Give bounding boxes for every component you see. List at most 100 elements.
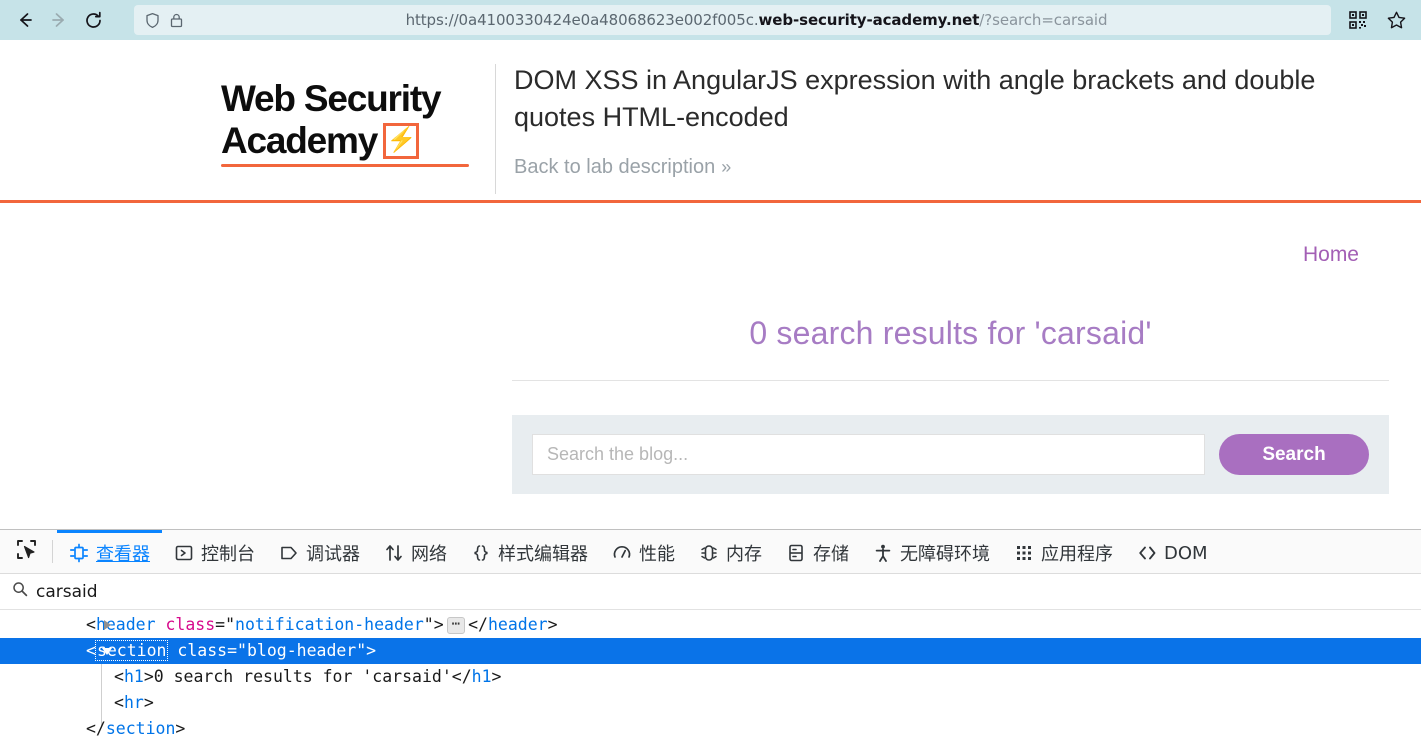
twisty-expanded-icon[interactable]: [100, 644, 114, 658]
dom-filter-bar[interactable]: carsaid: [0, 574, 1421, 610]
dom-token-punct: <: [86, 615, 96, 634]
search-button[interactable]: Search: [1219, 434, 1369, 475]
tab-memory[interactable]: 内存: [687, 530, 774, 573]
shield-icon[interactable]: [144, 12, 161, 29]
page-title: DOM XSS in AngularJS expression with ang…: [514, 65, 1316, 132]
dom-token-punct: </: [468, 615, 488, 634]
search-icon: [12, 581, 28, 602]
dom-token-punct: [156, 615, 166, 634]
dom-token-val: notification-header: [235, 615, 424, 634]
dom-tree-row[interactable]: <section class="blog-header">: [0, 638, 1421, 664]
tab-console[interactable]: 控制台: [162, 530, 267, 573]
tab-style-editor-label: 样式编辑器: [498, 544, 588, 565]
back-arrow-icon: [15, 10, 35, 30]
dom-token-punct: <: [114, 693, 124, 712]
devtools-toolbar: 查看器 控制台 调试器 网络 样式编辑器 性能 内存 存储 无障碍环境 应用程序…: [0, 530, 1421, 574]
dom-token-punct: >: [491, 667, 502, 686]
tab-performance-label: 性能: [639, 544, 675, 565]
reload-button[interactable]: [76, 3, 110, 37]
tab-memory-label: 内存: [726, 544, 762, 565]
dom-token-punct: <: [86, 641, 96, 660]
dom-token-tag: h1: [471, 667, 492, 686]
dom-row-markup: </section>: [86, 716, 185, 742]
element-picker-icon: [15, 538, 38, 566]
tab-dom[interactable]: DOM: [1125, 530, 1220, 573]
tab-style-editor[interactable]: 样式编辑器: [459, 530, 600, 573]
dom-row-markup: <section class="blog-header">: [86, 638, 376, 664]
inspector-icon: [69, 543, 89, 563]
tab-storage[interactable]: 存储: [774, 530, 861, 573]
logo-line-2: Academy: [221, 120, 378, 161]
devtools-panel: 查看器 控制台 调试器 网络 样式编辑器 性能 内存 存储 无障碍环境 应用程序…: [0, 529, 1421, 748]
url-text[interactable]: https://0a4100330424e0a48068623e002f005c…: [192, 11, 1321, 29]
forward-button[interactable]: [42, 3, 76, 37]
dom-token-attr: class: [165, 615, 216, 634]
logo-underline: [221, 164, 469, 167]
site-header: Web Security Academy ⚡ DOM XSS in Angula…: [0, 40, 1421, 200]
browser-chrome: https://0a4100330424e0a48068623e002f005c…: [0, 0, 1421, 40]
site-logo[interactable]: Web Security Academy ⚡: [0, 56, 495, 167]
tab-network[interactable]: 网络: [372, 530, 459, 573]
search-results-heading: 0 search results for 'carsaid': [749, 315, 1152, 351]
tab-accessibility[interactable]: 无障碍环境: [861, 530, 1002, 573]
page-viewport: Web Security Academy ⚡ DOM XSS in Angula…: [0, 40, 1421, 529]
chrome-right-actions: [1341, 3, 1413, 37]
element-picker-button[interactable]: [4, 530, 48, 573]
tab-accessibility-label: 无障碍环境: [900, 544, 990, 565]
collapsed-children-badge[interactable]: ⋯: [446, 617, 466, 634]
address-bar[interactable]: https://0a4100330424e0a48068623e002f005c…: [134, 5, 1331, 35]
back-button[interactable]: [8, 3, 42, 37]
tab-inspector[interactable]: 查看器: [57, 530, 162, 573]
console-icon: [174, 543, 194, 563]
dom-token-punct: =": [215, 615, 236, 634]
tab-storage-label: 存储: [813, 544, 849, 565]
dom-token-punct: >: [547, 615, 558, 634]
home-link[interactable]: Home: [1303, 243, 1359, 266]
double-chevron-icon: »: [721, 157, 732, 177]
style-editor-icon: [471, 543, 491, 563]
qr-code-icon: [1348, 10, 1368, 30]
tab-console-label: 控制台: [201, 544, 255, 565]
padlock-icon[interactable]: [169, 12, 184, 29]
dom-tree-row[interactable]: <hr>: [0, 690, 1421, 716]
dom-row-markup: <hr>: [114, 690, 154, 716]
logo-line-1: Web Security: [221, 78, 442, 119]
dom-token-punct: =": [227, 641, 247, 660]
twisty-collapsed-icon[interactable]: [100, 618, 114, 632]
star-bookmark-icon: [1386, 10, 1407, 31]
dom-icon: [1137, 543, 1157, 563]
tab-dom-label: DOM: [1164, 542, 1208, 564]
reload-icon: [83, 10, 104, 31]
tab-debugger[interactable]: 调试器: [267, 530, 372, 573]
tab-performance[interactable]: 性能: [600, 530, 687, 573]
forward-arrow-icon: [49, 10, 69, 30]
dom-tree[interactable]: <header class="notification-header"> ⋯ </h…: [0, 610, 1421, 748]
dom-tree-row[interactable]: <header class="notification-header"> ⋯ </h…: [0, 612, 1421, 638]
storage-icon: [786, 543, 806, 563]
dom-token-val: blog-header: [246, 641, 357, 660]
toolbar-separator: [52, 540, 53, 563]
tab-network-label: 网络: [411, 544, 447, 565]
dom-token-punct: ">: [423, 615, 444, 634]
debugger-icon: [279, 543, 299, 563]
search-input[interactable]: [532, 434, 1205, 475]
dom-token-tag: hr: [123, 693, 144, 712]
dom-filter-input[interactable]: carsaid: [36, 582, 98, 602]
tab-application[interactable]: 应用程序: [1002, 530, 1125, 573]
dom-token-tag: header: [487, 615, 548, 634]
dom-token-punct: >: [175, 719, 186, 738]
blog-search-panel: Search: [512, 415, 1389, 494]
dom-tree-row[interactable]: </section>: [0, 716, 1421, 742]
tab-inspector-label: 查看器: [96, 544, 150, 565]
qr-code-button[interactable]: [1341, 3, 1375, 37]
bookmark-button[interactable]: [1379, 3, 1413, 37]
dom-token-punct: [167, 641, 177, 660]
accessibility-icon: [873, 543, 893, 563]
back-to-lab-description-link[interactable]: Back to lab description»: [514, 156, 731, 179]
dom-token-tag: section: [105, 719, 176, 738]
dom-tree-row[interactable]: <h1>0 search results for 'carsaid'</h1>: [0, 664, 1421, 690]
site-nav: Home: [512, 203, 1389, 267]
section-divider: [512, 380, 1389, 381]
dom-token-punct: >: [143, 693, 154, 712]
network-icon: [384, 543, 404, 563]
